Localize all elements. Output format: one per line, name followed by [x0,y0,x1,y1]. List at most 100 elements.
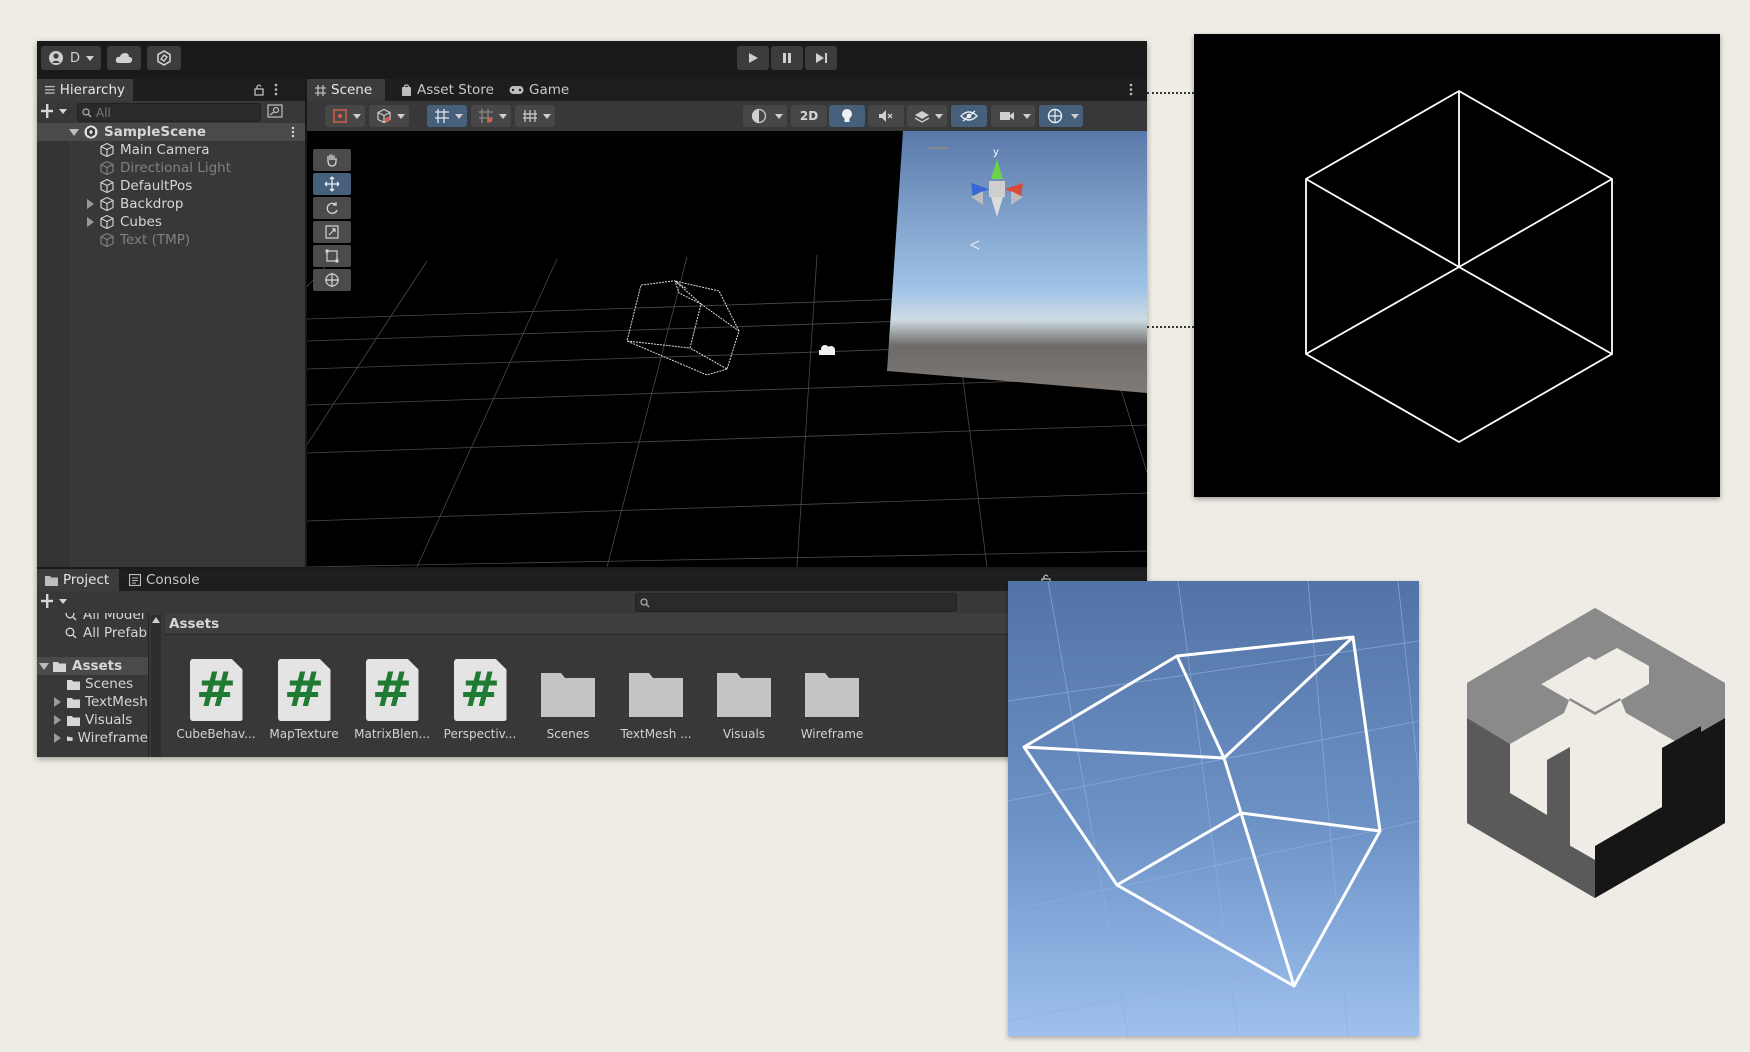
chevron-down-icon [775,114,783,119]
tree-item[interactable]: All Prefab [37,624,148,642]
folder-icon [67,679,80,690]
gizmos-dropdown[interactable] [1039,105,1083,127]
scene-toolbar: 2D [307,101,1147,131]
search-icon [640,598,650,608]
search-scene-icon[interactable] [267,104,283,118]
expand-arrow-icon[interactable] [54,715,61,725]
shading-mode-dropdown[interactable] [743,105,787,127]
asset-item[interactable]: TextMesh ... [613,659,699,741]
add-icon[interactable] [41,104,69,118]
asset-item[interactable]: # CubeBehav... [173,659,259,741]
asset-item[interactable]: # MatrixBlen... [349,659,435,741]
unity-logo [1467,608,1725,898]
breadcrumb-assets[interactable]: Assets [169,616,219,632]
hierarchy-item[interactable]: Directional Light [37,159,305,177]
asset-item[interactable]: # MapTexture [261,659,347,741]
asset-item[interactable]: Scenes [525,659,611,741]
main-toolbar: D [37,41,1147,75]
increment-snap-dropdown[interactable] [471,105,511,127]
asset-item[interactable]: Wireframe [789,659,875,741]
expand-arrow-icon[interactable] [69,128,79,136]
hierarchy-item[interactable]: Cubes [37,213,305,231]
hierarchy-tabbar: Hierarchy [37,79,305,101]
tree-scrollbar[interactable] [151,615,161,757]
connector-line [1147,326,1194,328]
audio-toggle[interactable] [868,105,904,127]
perspective-cube-preview [1008,581,1419,1036]
effects-dropdown[interactable] [907,105,947,127]
expand-arrow-icon[interactable] [54,733,61,743]
tab-asset-store-label: Asset Store [417,82,494,98]
rect-tool-button[interactable] [313,245,351,267]
project-panel: Project Console All Model All Prefab Ass… [37,569,1147,757]
toggle-2d-button[interactable]: 2D [791,105,827,127]
tab-console-label: Console [146,572,200,588]
play-button[interactable] [737,46,769,70]
more-menu-icon[interactable] [1129,83,1133,96]
cloud-button[interactable] [107,46,141,70]
scene-viewport[interactable]: y [307,131,1147,567]
hierarchy-item[interactable]: Text (TMP) [37,231,305,249]
tree-item-assets[interactable]: Assets [37,657,148,675]
scene-visibility-toggle[interactable] [951,105,987,127]
tree-item[interactable]: Visuals [37,711,148,729]
hierarchy-scene-row[interactable]: SampleScene [37,123,305,141]
grid-snap-toggle[interactable] [427,105,467,127]
move-tool-button[interactable] [313,173,351,195]
tab-project[interactable]: Project [37,569,119,591]
hand-icon [327,154,337,167]
rotate-tool-button[interactable] [313,197,351,219]
tab-scene[interactable]: Scene [307,79,385,101]
tree-item[interactable]: TextMesh [37,693,148,711]
transform-icon [325,273,339,287]
tree-item-label: All Model [83,613,145,623]
step-button[interactable] [805,46,837,70]
global-local-dropdown[interactable] [369,105,409,127]
lock-icon[interactable] [254,83,264,96]
expand-arrow-icon[interactable] [54,697,61,707]
chevron-down-icon [455,114,463,119]
scale-tool-button[interactable] [313,221,351,243]
scroll-up-icon[interactable] [152,617,160,623]
hierarchy-item[interactable]: Backdrop [37,195,305,213]
transform-tool-button[interactable] [313,269,351,291]
grid-visibility-dropdown[interactable] [515,105,555,127]
folder-icon [541,673,595,717]
console-icon [129,574,141,586]
rect-transform-icon [325,249,339,263]
camera-settings-dropdown[interactable] [991,105,1035,127]
hierarchy-search-input[interactable]: All [77,103,261,122]
project-folder-tree: All Model All Prefab Assets Scenes TextM… [37,613,149,757]
expand-arrow-icon[interactable] [39,662,49,670]
tab-asset-store[interactable]: Asset Store [393,79,502,101]
hierarchy-item[interactable]: DefaultPos [37,177,305,195]
pivot-mode-dropdown[interactable] [325,105,365,127]
gamepad-icon [509,86,524,94]
project-search-input[interactable] [635,593,957,612]
asset-item[interactable]: # Perspectiv... [437,659,523,741]
tree-item[interactable]: Scenes [37,675,148,693]
lighting-toggle[interactable] [829,105,865,127]
more-menu-icon[interactable] [274,83,278,96]
pause-button[interactable] [771,46,803,70]
tree-item[interactable]: Wireframe [37,729,148,747]
collab-button[interactable] [147,46,181,70]
hierarchy-item[interactable]: Main Camera [37,141,305,159]
tree-item[interactable]: All Model [37,613,148,624]
chevron-down-icon [543,114,551,119]
hand-tool-button[interactable] [313,149,351,171]
folder-icon [67,715,80,726]
expand-arrow-icon[interactable] [87,199,94,209]
tab-hierarchy[interactable]: Hierarchy [37,79,133,101]
account-dropdown[interactable]: D [41,46,101,70]
expand-arrow-icon[interactable] [87,217,94,227]
tab-game[interactable]: Game [501,79,577,101]
tab-console[interactable]: Console [121,569,208,591]
tab-game-label: Game [529,82,570,98]
chevron-down-icon [935,114,943,119]
camera-icon [1000,112,1014,120]
asset-item[interactable]: Visuals [701,659,787,741]
add-icon[interactable] [41,594,69,608]
tree-item-label: Wireframe [77,730,148,746]
more-menu-icon[interactable] [291,126,295,138]
